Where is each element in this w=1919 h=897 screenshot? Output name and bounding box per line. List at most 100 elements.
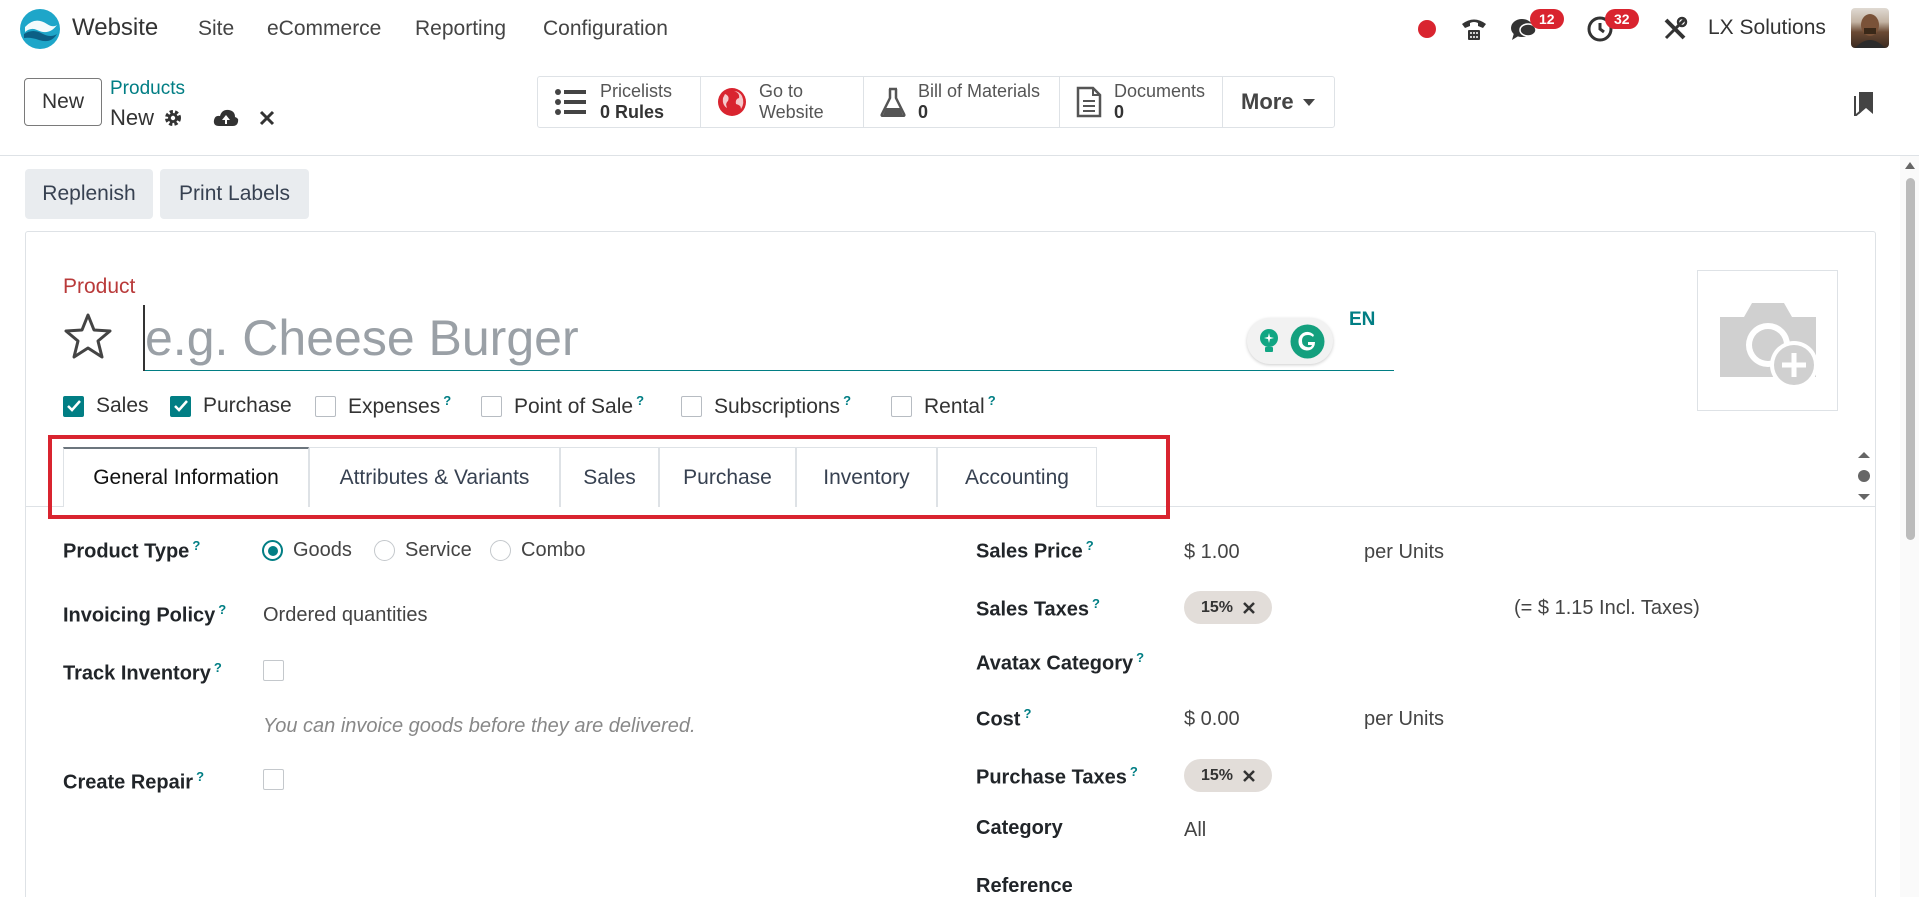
radio-service[interactable]: Service bbox=[374, 539, 472, 562]
smart-button-pricelists[interactable]: Pricelists 0 Rules bbox=[538, 77, 701, 127]
help-icon[interactable]: ? bbox=[988, 393, 996, 408]
camera-plus-icon bbox=[1720, 303, 1818, 389]
smart-button-bom[interactable]: Bill of Materials 0 bbox=[864, 77, 1060, 127]
app-logo-icon[interactable] bbox=[19, 8, 61, 50]
print-labels-button[interactable]: Print Labels bbox=[160, 169, 309, 219]
check-icon bbox=[173, 400, 188, 412]
new-button[interactable]: New bbox=[24, 78, 102, 126]
create-repair-checkbox[interactable] bbox=[263, 769, 284, 790]
star-icon[interactable] bbox=[63, 312, 113, 360]
breadcrumb-products[interactable]: Products bbox=[110, 78, 185, 100]
help-icon[interactable]: ? bbox=[636, 393, 644, 408]
radio-label: Combo bbox=[521, 539, 586, 561]
avatar[interactable] bbox=[1851, 8, 1889, 48]
grammarly-widget[interactable] bbox=[1247, 318, 1333, 364]
recording-dot-icon[interactable] bbox=[1412, 14, 1442, 44]
help-icon[interactable]: ? bbox=[196, 769, 204, 784]
cost-input[interactable]: $ 0.00 bbox=[1184, 708, 1240, 731]
category-label: Category bbox=[976, 817, 1063, 839]
category-value[interactable]: All bbox=[1184, 819, 1206, 842]
product-label: Product bbox=[63, 275, 136, 298]
invoicing-policy-value[interactable]: Ordered quantities bbox=[263, 604, 428, 627]
checkbox-box[interactable] bbox=[315, 395, 336, 417]
checkbox-box[interactable] bbox=[481, 395, 502, 417]
bookmark-icon[interactable] bbox=[1853, 88, 1875, 116]
product-name-input[interactable] bbox=[143, 305, 1394, 371]
checkbox-label: Point of Sale? bbox=[514, 393, 645, 418]
radio-button[interactable] bbox=[490, 540, 511, 561]
help-icon[interactable]: ? bbox=[1023, 706, 1031, 721]
tax-tag-label: 15% bbox=[1200, 766, 1234, 784]
help-icon[interactable]: ? bbox=[1092, 596, 1100, 611]
lightbulb-icon bbox=[1260, 329, 1278, 352]
track-inventory-checkbox[interactable] bbox=[263, 660, 284, 681]
checkbox-purchase[interactable]: Purchase bbox=[170, 394, 292, 418]
checkbox-box[interactable] bbox=[170, 395, 191, 417]
help-icon[interactable]: ? bbox=[218, 602, 226, 617]
menu-site[interactable]: Site bbox=[198, 17, 234, 41]
sales-tax-tag[interactable]: 15% bbox=[1184, 591, 1272, 624]
checkbox-box[interactable] bbox=[891, 395, 912, 417]
smart-button-documents[interactable]: Documents 0 bbox=[1060, 77, 1223, 127]
smart-value: 0 bbox=[918, 102, 929, 122]
flask-icon bbox=[880, 87, 906, 117]
tools-icon[interactable] bbox=[1660, 14, 1690, 44]
smart-button-website[interactable]: Go to Website bbox=[701, 77, 864, 127]
help-icon[interactable]: ? bbox=[443, 393, 451, 408]
smart-buttons: Pricelists 0 Rules Go to Website Bill of M… bbox=[537, 76, 1335, 128]
discard-icon[interactable] bbox=[259, 110, 275, 126]
scrollbar-thumb[interactable] bbox=[1906, 178, 1915, 540]
cost-label: Cost? bbox=[976, 706, 1032, 731]
gear-icon[interactable] bbox=[163, 108, 183, 128]
company-switcher[interactable]: LX Solutions bbox=[1708, 16, 1826, 40]
checkbox-expenses[interactable]: Expenses? bbox=[315, 393, 451, 418]
help-icon[interactable]: ? bbox=[1086, 538, 1094, 553]
menu-configuration[interactable]: Configuration bbox=[543, 17, 668, 41]
sales-price-label: Sales Price? bbox=[976, 538, 1094, 563]
radio-goods[interactable]: Goods bbox=[262, 539, 352, 562]
checkbox-sales[interactable]: Sales bbox=[63, 394, 149, 418]
help-icon[interactable]: ? bbox=[843, 393, 851, 408]
smart-value: Website bbox=[759, 102, 824, 122]
replenish-button[interactable]: Replenish bbox=[25, 169, 153, 219]
caret-down-icon bbox=[1302, 99, 1315, 106]
more-button[interactable]: More bbox=[1223, 77, 1334, 127]
avatax-category-label: Avatax Category? bbox=[976, 650, 1145, 675]
list-icon bbox=[555, 89, 586, 115]
chat-badge: 12 bbox=[1530, 9, 1564, 29]
menu-ecommerce[interactable]: eCommerce bbox=[267, 17, 381, 41]
checkbox-subscriptions[interactable]: Subscriptions? bbox=[681, 393, 851, 418]
checkbox-box[interactable] bbox=[63, 395, 84, 417]
invoicing-policy-label: Invoicing Policy? bbox=[63, 602, 227, 627]
phone-icon[interactable] bbox=[1459, 14, 1489, 44]
checkbox-label: Sales bbox=[96, 394, 149, 417]
help-icon[interactable]: ? bbox=[214, 660, 222, 675]
radio-combo[interactable]: Combo bbox=[490, 539, 585, 562]
checkbox-rental[interactable]: Rental? bbox=[891, 393, 996, 418]
product-type-label: Product Type? bbox=[63, 538, 201, 563]
help-icon[interactable]: ? bbox=[1130, 764, 1138, 779]
radio-button[interactable] bbox=[262, 540, 283, 561]
product-image-upload[interactable] bbox=[1697, 270, 1838, 411]
help-icon[interactable]: ? bbox=[1136, 650, 1144, 665]
globe-icon bbox=[718, 88, 746, 116]
checkbox-label: Rental? bbox=[924, 393, 996, 418]
smart-label: Documents bbox=[1114, 81, 1206, 101]
document-icon bbox=[1076, 86, 1102, 118]
menu-reporting[interactable]: Reporting bbox=[415, 17, 506, 41]
activity-badge: 32 bbox=[1605, 9, 1639, 29]
remove-tag-icon[interactable] bbox=[1243, 601, 1255, 614]
help-icon[interactable]: ? bbox=[192, 538, 200, 553]
cloud-save-icon[interactable] bbox=[213, 108, 239, 128]
drag-handle-icon[interactable] bbox=[1855, 450, 1873, 502]
radio-button[interactable] bbox=[374, 540, 395, 561]
grammarly-icon bbox=[1290, 324, 1325, 359]
language-toggle[interactable]: EN bbox=[1349, 309, 1375, 331]
purchase-tax-tag[interactable]: 15% bbox=[1184, 759, 1272, 792]
checkbox-box[interactable] bbox=[681, 395, 702, 417]
app-name[interactable]: Website bbox=[72, 14, 158, 42]
scroll-up-icon[interactable] bbox=[1904, 160, 1916, 170]
remove-tag-icon[interactable] bbox=[1243, 769, 1255, 782]
checkbox-point-of-sale[interactable]: Point of Sale? bbox=[481, 393, 645, 418]
sales-price-input[interactable]: $ 1.00 bbox=[1184, 541, 1240, 564]
